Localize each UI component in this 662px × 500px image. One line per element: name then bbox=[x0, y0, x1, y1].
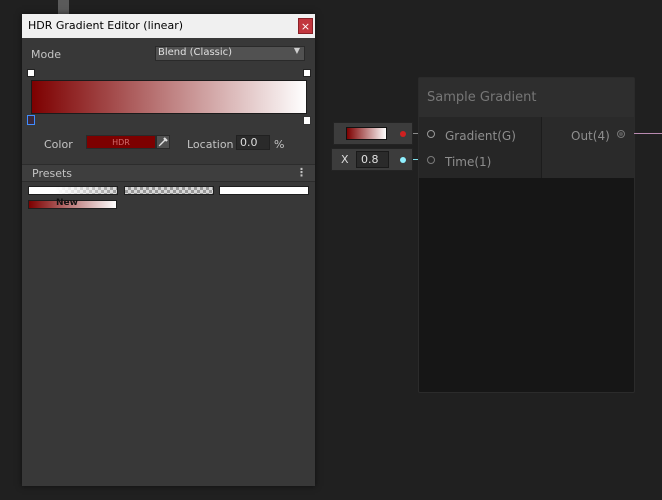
time-port-label: Time(1) bbox=[445, 155, 492, 169]
output-wire bbox=[634, 133, 662, 134]
preset-swatch-transparent[interactable] bbox=[124, 186, 214, 195]
sample-gradient-node[interactable]: Sample Gradient Gradient(G) Time(1) Out(… bbox=[418, 77, 635, 393]
gradient-port-label: Gradient(G) bbox=[445, 129, 516, 143]
preset-swatch-white[interactable] bbox=[219, 186, 309, 195]
time-chip-port[interactable] bbox=[400, 157, 406, 163]
node-header[interactable]: Sample Gradient bbox=[419, 78, 634, 117]
chevron-down-icon: ▼ bbox=[293, 46, 300, 55]
location-input[interactable]: 0.0 bbox=[236, 135, 270, 150]
gradient-chip-port[interactable] bbox=[400, 131, 406, 137]
color-key-end[interactable] bbox=[303, 116, 311, 125]
close-button[interactable]: × bbox=[298, 18, 313, 34]
location-label: Location bbox=[187, 138, 234, 151]
close-icon: × bbox=[300, 20, 311, 33]
gradient-preview-bar[interactable] bbox=[31, 80, 307, 114]
node-title: Sample Gradient bbox=[427, 90, 537, 105]
gradient-chip-swatch[interactable] bbox=[346, 127, 387, 140]
new-preset-label: New bbox=[56, 198, 78, 208]
editor-title: HDR Gradient Editor (linear) bbox=[28, 19, 184, 32]
time-input-chip: X 0.8 bbox=[331, 148, 413, 171]
node-ports: Gradient(G) Time(1) Out(4) bbox=[419, 117, 634, 178]
more-options-icon[interactable]: ⋮ bbox=[296, 166, 307, 179]
gradient-editor-window: HDR Gradient Editor (linear) × Mode Blen… bbox=[22, 14, 315, 486]
mode-label: Mode bbox=[31, 48, 61, 61]
background-wire bbox=[58, 0, 69, 15]
color-key-start-selected[interactable] bbox=[27, 115, 35, 125]
output-port[interactable] bbox=[617, 130, 625, 138]
eyedropper-button[interactable] bbox=[156, 135, 170, 149]
time-input-port[interactable] bbox=[427, 156, 435, 164]
presets-header: Presets ⋮ bbox=[22, 164, 315, 182]
presets-label: Presets bbox=[32, 167, 73, 180]
gradient-input-port[interactable] bbox=[427, 130, 435, 138]
node-input-ports: Gradient(G) Time(1) bbox=[419, 117, 542, 178]
x-axis-label: X bbox=[341, 153, 349, 166]
alpha-key-start[interactable] bbox=[27, 69, 35, 77]
alpha-key-end[interactable] bbox=[303, 69, 311, 77]
color-label: Color bbox=[44, 138, 73, 151]
eyedropper-icon bbox=[158, 137, 168, 147]
preset-swatch-white-fade[interactable] bbox=[28, 186, 118, 195]
time-value-input[interactable]: 0.8 bbox=[356, 151, 389, 168]
gradient-input-chip[interactable] bbox=[333, 122, 413, 145]
mode-dropdown[interactable]: Blend (Classic) ▼ bbox=[155, 46, 305, 61]
mode-value: Blend (Classic) bbox=[158, 47, 233, 58]
output-port-label: Out(4) bbox=[571, 129, 610, 143]
hdr-color-field[interactable]: HDR bbox=[86, 135, 156, 149]
editor-titlebar[interactable]: HDR Gradient Editor (linear) × bbox=[22, 14, 315, 38]
percent-label: % bbox=[274, 138, 285, 151]
